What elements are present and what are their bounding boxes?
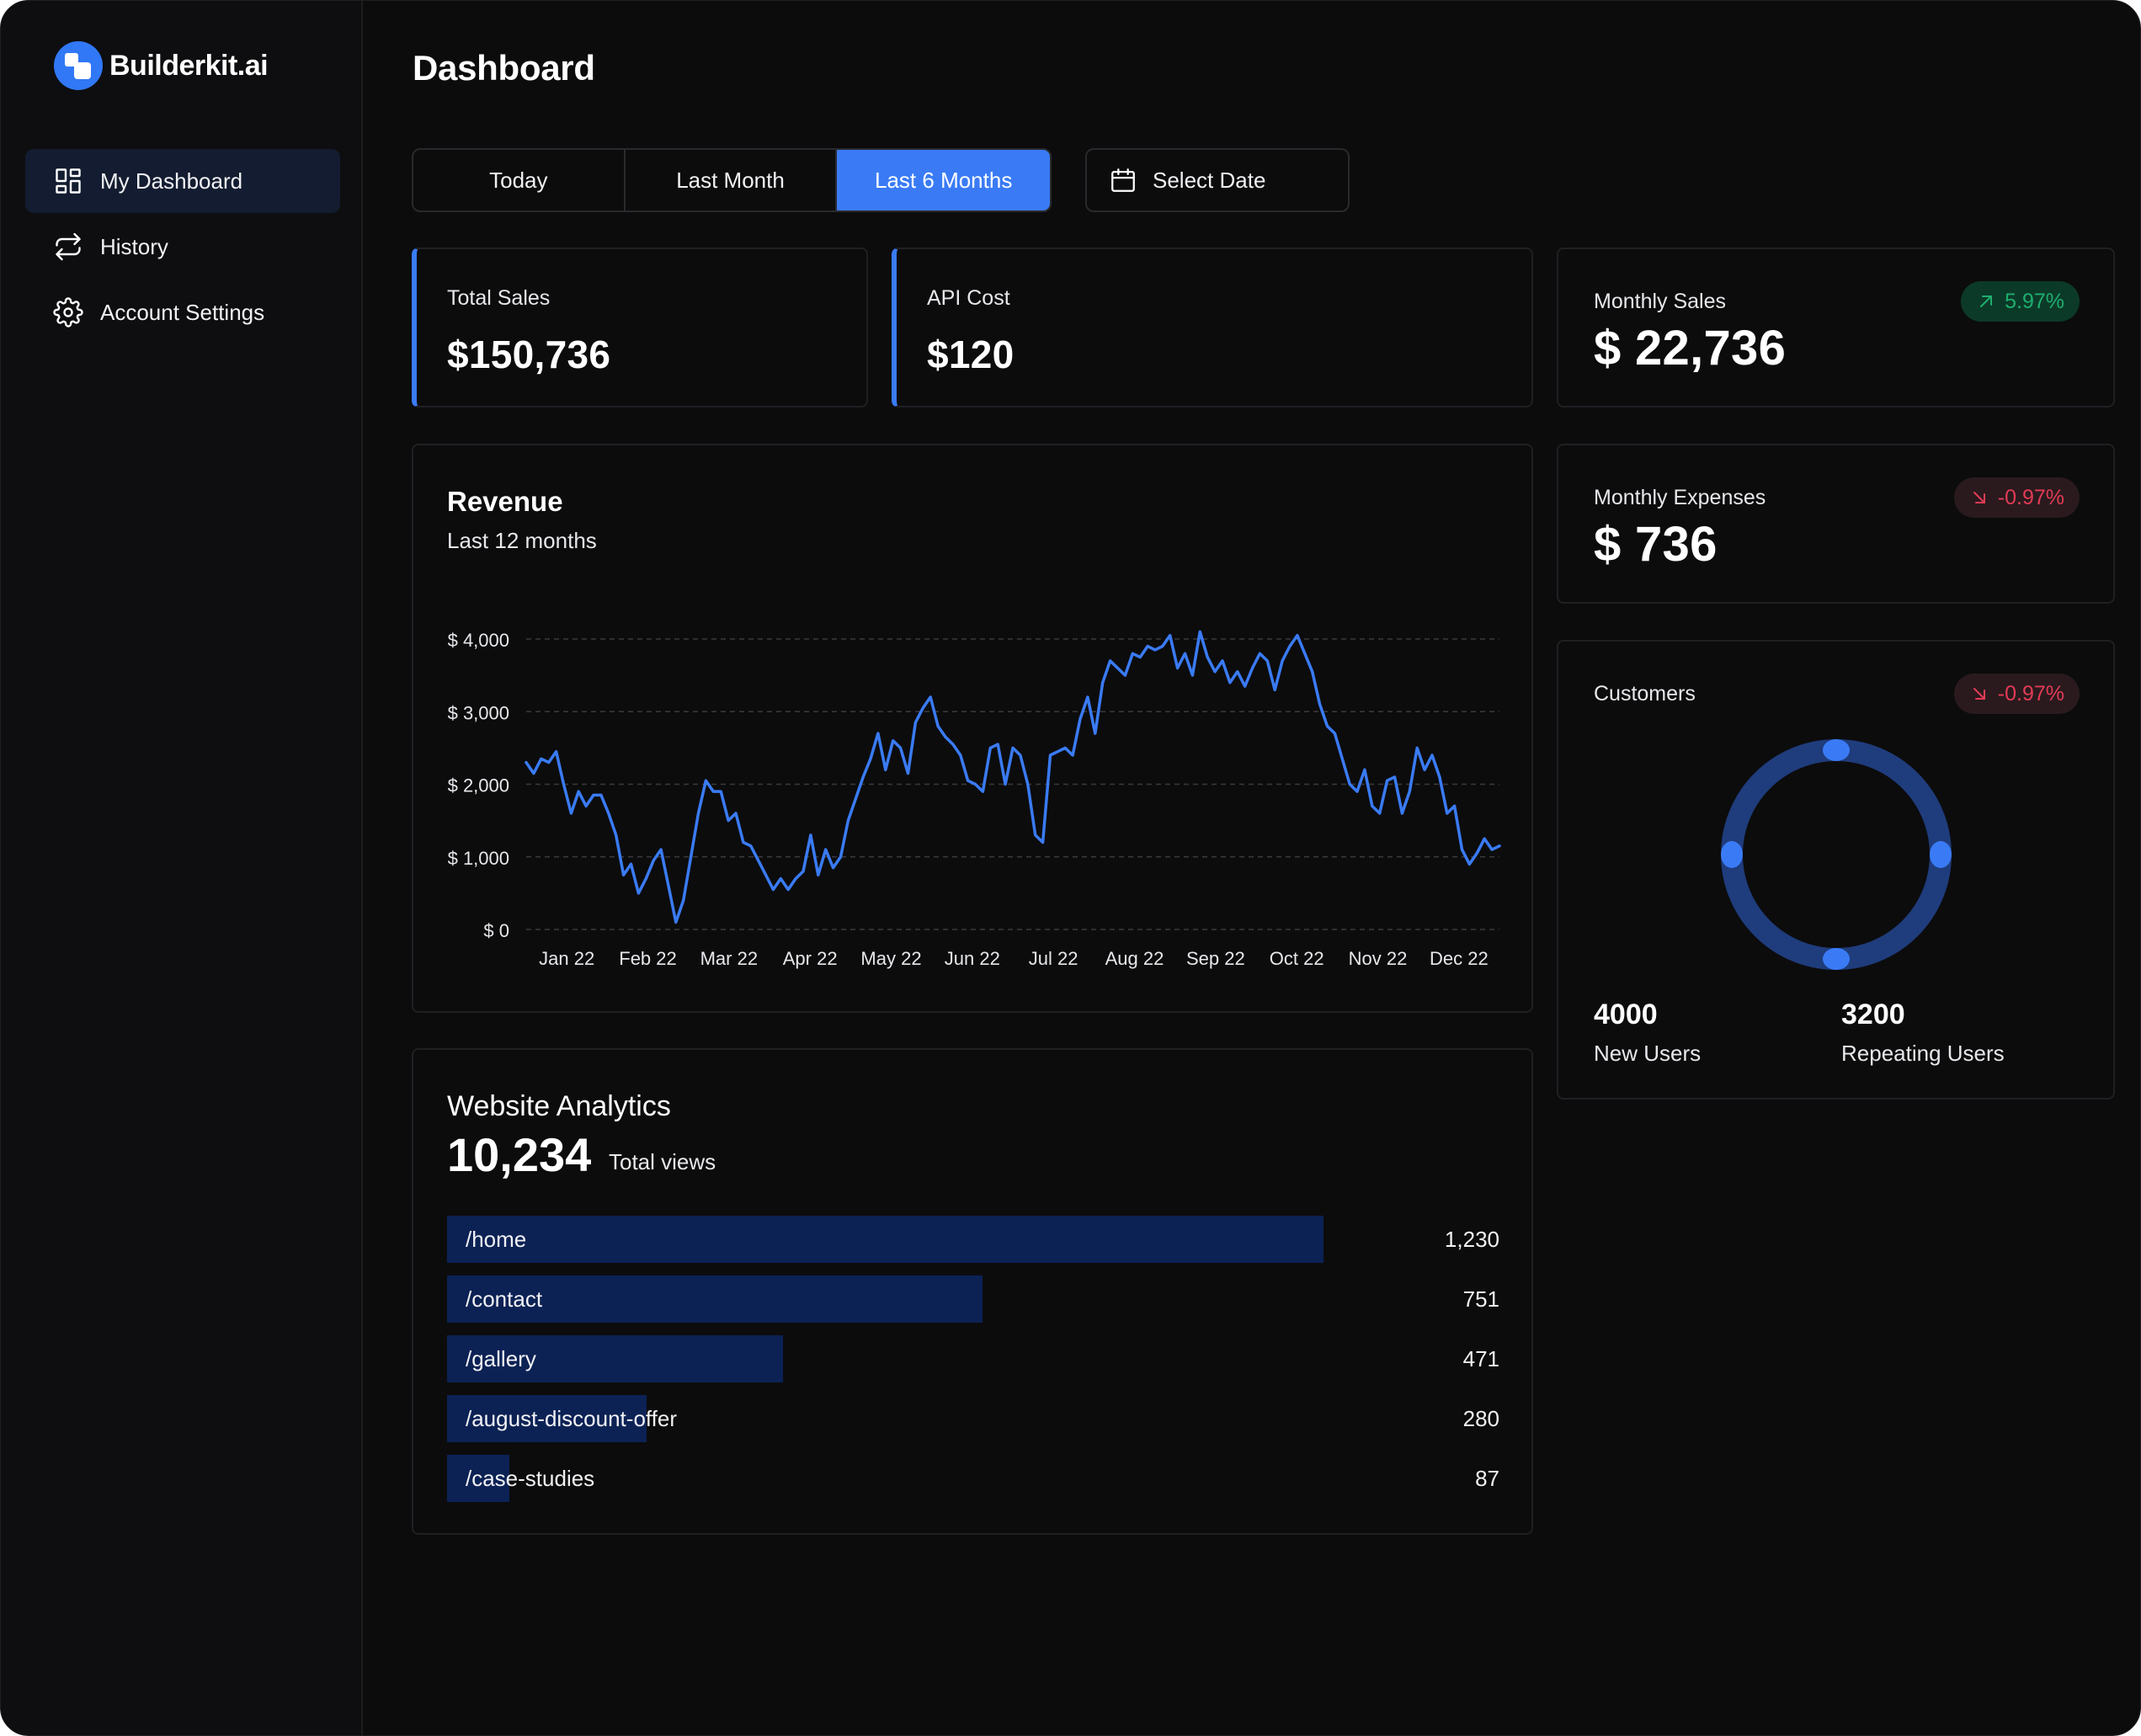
donut-ring: [1721, 739, 1952, 970]
sidebar-item-account-settings[interactable]: Account Settings: [25, 280, 340, 344]
x-tick-label: Jul 22: [1029, 948, 1078, 969]
monthly-expenses-change: -0.97%: [1997, 485, 2064, 509]
repeat-icon: [56, 232, 81, 261]
donut-handle-bottom[interactable]: [1823, 948, 1850, 970]
sidebar-nav: My Dashboard History Account Settings: [25, 149, 340, 346]
dashboard-icon: [56, 168, 81, 194]
arrow-up-right-icon: [1980, 296, 1993, 307]
website-analytics-card: Website Analytics 10,234 Total views /ho…: [412, 1048, 1533, 1535]
api-cost-card: API Cost $120: [892, 248, 1533, 407]
y-tick-label: $ 0: [483, 920, 509, 941]
x-tick-label: Jun 22: [945, 948, 1000, 969]
select-date-label: Select Date: [1153, 167, 1266, 193]
revenue-card: Revenue Last 12 months $ 0 $ 1,000 $ 2,000…: [412, 444, 1533, 1013]
revenue-series-line: [525, 630, 1501, 924]
repeating-users-value: 3200: [1841, 998, 1905, 1030]
sidebar-item-my-dashboard[interactable]: My Dashboard: [25, 149, 340, 213]
arrow-down-right-icon: [1973, 492, 1985, 503]
sidebar: Builderkit.ai My Dashboard History Accou…: [1, 1, 363, 1735]
x-tick-label: Mar 22: [700, 948, 758, 969]
sidebar-item-label: History: [100, 233, 168, 259]
monthly-expenses-label: Monthly Expenses: [1594, 486, 1766, 509]
analytics-row[interactable]: /gallery 471: [447, 1335, 1499, 1382]
y-tick-label: $ 3,000: [448, 702, 509, 723]
brand-logo-icon: [54, 41, 103, 90]
calendar-icon: [1111, 168, 1135, 192]
analytics-count: 280: [1462, 1406, 1499, 1431]
monthly-expenses-value: $ 736: [1594, 517, 1718, 572]
monthly-sales-change: 5.97%: [2005, 289, 2064, 313]
filter-today-button[interactable]: Today: [413, 150, 626, 210]
monthly-sales-card: Monthly Sales $ 22,736 5.97%: [1557, 248, 2115, 407]
analytics-count: 87: [1475, 1466, 1499, 1491]
brand-name: Builderkit.ai: [109, 49, 269, 82]
api-cost-value: $120: [927, 333, 1015, 376]
api-cost-label: API Cost: [927, 286, 1010, 310]
revenue-line-chart: $ 0 $ 1,000 $ 2,000 $ 3,000 $ 4,000 Jan 22 Feb…: [448, 630, 1501, 969]
filter-last-month-button[interactable]: Last Month: [626, 150, 838, 210]
x-tick-label: Oct 22: [1270, 948, 1324, 969]
analytics-path: /contact: [466, 1286, 543, 1312]
date-range-segmented-control: Today Last Month Last 6 Months: [412, 148, 1052, 212]
monthly-expenses-card: Monthly Expenses $ 736 -0.97%: [1557, 444, 2115, 604]
monthly-sales-label: Monthly Sales: [1594, 290, 1727, 313]
analytics-title: Website Analytics: [447, 1090, 671, 1122]
total-sales-card: Total Sales $150,736: [412, 248, 868, 407]
filter-last-6-months-button[interactable]: Last 6 Months: [837, 150, 1050, 210]
x-tick-label: Feb 22: [619, 948, 677, 969]
sidebar-item-history[interactable]: History: [25, 215, 340, 279]
new-users-label: New Users: [1594, 1041, 1702, 1066]
x-tick-label: Nov 22: [1349, 948, 1408, 969]
x-tick-label: Dec 22: [1430, 948, 1489, 969]
gear-icon: [53, 297, 83, 327]
x-tick-label: Jan 22: [539, 948, 594, 969]
analytics-total-views: 10,234: [447, 1128, 592, 1181]
analytics-count: 1,230: [1444, 1227, 1499, 1252]
donut-handle-top[interactable]: [1823, 739, 1850, 761]
repeating-users-label: Repeating Users: [1841, 1041, 2005, 1066]
y-tick-label: $ 1,000: [448, 848, 509, 869]
sidebar-item-label: My Dashboard: [100, 168, 243, 194]
brand[interactable]: Builderkit.ai: [54, 41, 269, 90]
analytics-count: 471: [1462, 1346, 1499, 1371]
app-window: Builderkit.ai My Dashboard History Accou…: [0, 0, 2141, 1736]
analytics-row[interactable]: /home 1,230: [447, 1216, 1499, 1263]
customers-card: Customers -0.97% 4000 New Users 3200 Rep…: [1557, 640, 2115, 1100]
analytics-row[interactable]: /august-discount-offer 280: [447, 1395, 1499, 1442]
total-sales-label: Total Sales: [447, 286, 551, 310]
monthly-sales-change-badge: 5.97%: [1961, 281, 2080, 322]
x-tick-label: Apr 22: [783, 948, 838, 969]
sidebar-item-label: Account Settings: [100, 299, 265, 325]
analytics-path: /home: [466, 1227, 527, 1252]
total-sales-value: $150,736: [447, 333, 611, 376]
donut-handle-right[interactable]: [1930, 841, 1952, 868]
x-tick-label: May 22: [860, 948, 921, 969]
analytics-row[interactable]: /contact 751: [447, 1275, 1499, 1323]
analytics-path: /case-studies: [466, 1466, 595, 1491]
monthly-expenses-change-badge: -0.97%: [1953, 477, 2080, 518]
analytics-path: /gallery: [466, 1346, 536, 1371]
page-title: Dashboard: [413, 48, 595, 88]
x-tick-label: Aug 22: [1105, 948, 1164, 969]
y-tick-label: $ 2,000: [448, 775, 509, 796]
analytics-bar: [447, 1216, 1323, 1263]
x-tick-label: Sep 22: [1186, 948, 1245, 969]
select-date-button[interactable]: Select Date: [1085, 148, 1350, 212]
y-tick-label: $ 4,000: [448, 630, 509, 651]
monthly-sales-value: $ 22,736: [1594, 321, 1787, 375]
analytics-total-label: Total views: [609, 1149, 716, 1174]
analytics-path: /august-discount-offer: [466, 1406, 677, 1431]
donut-handle-left[interactable]: [1721, 841, 1743, 868]
analytics-count: 751: [1462, 1286, 1499, 1312]
analytics-row[interactable]: /case-studies 87: [447, 1455, 1499, 1502]
new-users-value: 4000: [1594, 998, 1658, 1030]
